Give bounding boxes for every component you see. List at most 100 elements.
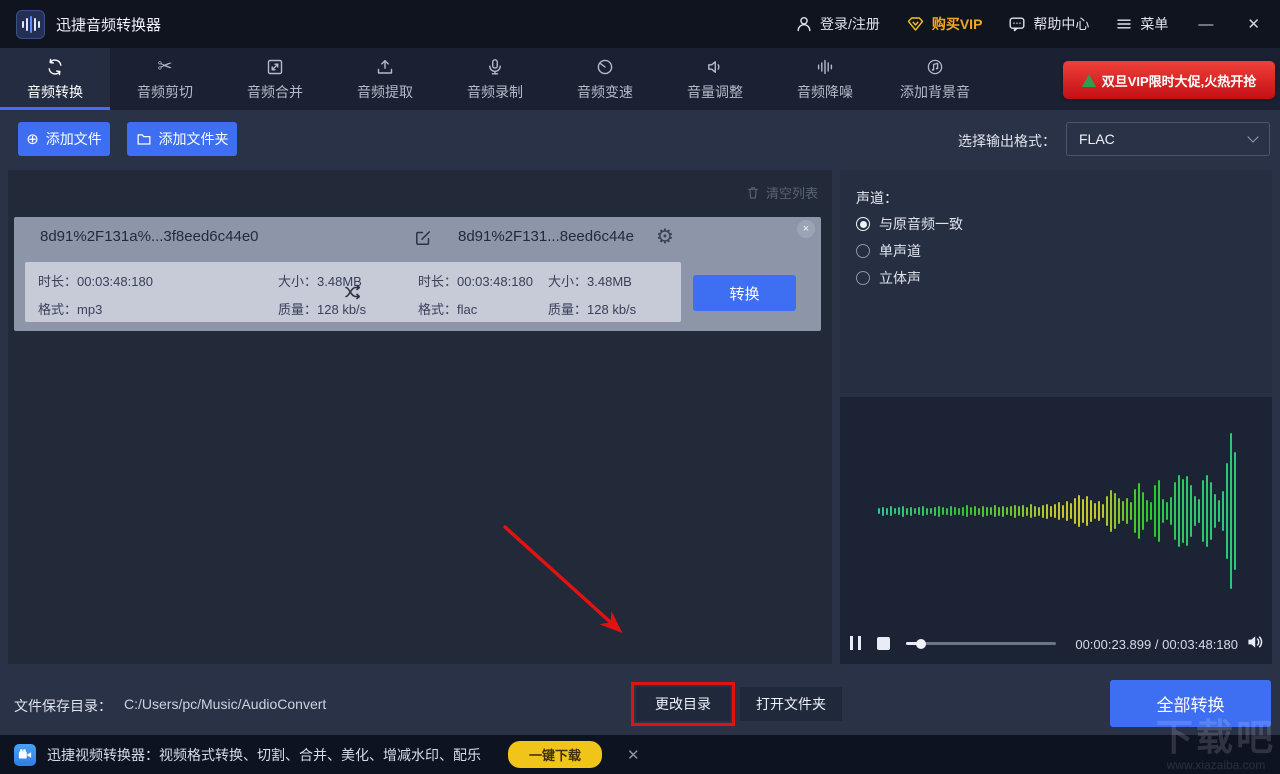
tab-label: 音量调整 xyxy=(687,83,743,100)
tab-audio-denoise[interactable]: 音频降噪 xyxy=(770,48,880,110)
promo-footer-banner: 迅捷视频转换器：视频格式转换、切割、合并、美化、增减水印、配乐 一键下载 ✕ xyxy=(0,735,1280,774)
save-dir-input[interactable] xyxy=(112,686,625,721)
target-format: flac xyxy=(457,302,478,317)
radio-label: 立体声 xyxy=(879,270,921,286)
tab-audio-convert[interactable]: 音频转换 xyxy=(0,48,110,110)
radio-icon xyxy=(856,244,870,258)
scissors-icon: ✂ xyxy=(157,55,173,77)
size-label: 大小： xyxy=(548,274,588,289)
save-dir-label: 文件保存目录： xyxy=(14,698,112,714)
change-dir-button[interactable]: 更改目录 xyxy=(636,687,730,721)
help-center-button[interactable]: 帮助中心 xyxy=(1008,14,1089,34)
convert-button[interactable]: 转换 xyxy=(693,275,796,311)
radio-stereo[interactable]: 立体声 xyxy=(856,268,921,288)
duration-label: 时长： xyxy=(38,274,78,289)
login-button[interactable]: 登录/注册 xyxy=(795,14,880,34)
tab-audio-record[interactable]: 音频录制 xyxy=(440,48,550,110)
tab-volume-adjust[interactable]: 音量调整 xyxy=(660,48,770,110)
radio-selected-icon xyxy=(856,217,870,231)
tab-audio-extract[interactable]: 音频提取 xyxy=(330,48,440,110)
merge-icon xyxy=(267,59,283,74)
output-format-label: 选择输出格式： xyxy=(958,133,1056,149)
seek-thumb[interactable] xyxy=(916,638,926,649)
audio-converter-window: 迅捷音频转换器 登录/注册 购买VIP 帮助中心 菜单 — ✕ 音频转换 ✂ 音… xyxy=(0,0,1280,774)
close-button[interactable]: ✕ xyxy=(1243,15,1264,33)
radio-label: 单声道 xyxy=(879,243,921,259)
folder-icon xyxy=(137,134,150,145)
remove-file-button[interactable]: × xyxy=(797,220,815,238)
tab-label: 添加背景音 xyxy=(900,83,970,100)
christmas-tree-icon xyxy=(1081,73,1096,87)
seek-slider[interactable] xyxy=(906,638,1056,649)
waveform-visualization xyxy=(878,397,1236,625)
app-logo-icon xyxy=(16,9,45,39)
duration-label: 时长： xyxy=(418,274,458,289)
login-label: 登录/注册 xyxy=(819,16,880,32)
convert-all-button[interactable]: 全部转换 xyxy=(1110,680,1271,727)
open-folder-button[interactable]: 打开文件夹 xyxy=(740,687,842,721)
microphone-icon xyxy=(489,58,501,74)
source-duration: 00:03:48:180 xyxy=(77,274,153,289)
volume-speaker-icon[interactable] xyxy=(1246,633,1264,651)
add-file-label: 添加文件 xyxy=(45,131,102,147)
source-quality: 128 kb/s xyxy=(317,302,367,317)
tab-label: 音频降噪 xyxy=(797,83,853,100)
channel-panel: 声道： 与原音频一致 单声道 立体声 xyxy=(840,170,1272,393)
equalizer-bars-icon xyxy=(817,59,833,74)
titlebar: 迅捷音频转换器 登录/注册 购买VIP 帮助中心 菜单 — ✕ xyxy=(0,0,1280,48)
buy-vip-button[interactable]: 购买VIP xyxy=(906,14,983,34)
extract-icon xyxy=(377,59,393,74)
output-format-dropdown[interactable]: FLAC xyxy=(1066,122,1270,156)
promo-label: 双旦VIP限时大促,火热开抢 xyxy=(1101,73,1257,89)
tab-label: 音频剪切 xyxy=(137,83,193,100)
pause-button[interactable] xyxy=(850,636,861,650)
tab-add-background-music[interactable]: 添加背景音 xyxy=(880,48,990,110)
file-card: 8d91%2F131a%...3f8eed6c44e0 8d91%2F131..… xyxy=(14,217,821,331)
file-details: 时长：00:03:48:180 大小：3.48MB 格式：mp3 质量：128 … xyxy=(25,262,681,322)
radio-mono[interactable]: 单声道 xyxy=(856,241,921,261)
menu-label: 菜单 xyxy=(1140,16,1169,32)
target-quality: 128 kb/s xyxy=(587,302,637,317)
target-duration: 00:03:48:180 xyxy=(457,274,533,289)
tab-audio-merge[interactable]: 音频合并 xyxy=(220,48,330,110)
speaker-icon xyxy=(708,60,720,73)
preview-panel: 00:00:23.899 / 00:03:48:180 xyxy=(840,397,1272,664)
clear-list-label: 清空列表 xyxy=(765,186,818,201)
add-file-button[interactable]: ⊕ 添加文件 xyxy=(18,122,110,156)
tab-label: 音频转换 xyxy=(27,83,83,100)
target-filename: 8d91%2F131...8eed6c44e xyxy=(458,228,634,245)
tab-label: 音频提取 xyxy=(357,83,413,100)
music-note-circle-icon xyxy=(927,59,943,74)
banner-close-icon[interactable]: ✕ xyxy=(627,746,640,764)
output-format-value: FLAC xyxy=(1079,131,1115,147)
vip-promo-banner[interactable]: 双旦VIP限时大促,火热开抢 xyxy=(1063,61,1275,99)
convert-arrows-icon xyxy=(48,58,62,75)
chat-bubble-icon xyxy=(1009,17,1025,32)
buy-vip-label: 购买VIP xyxy=(931,16,983,32)
tab-audio-speed[interactable]: 音频变速 xyxy=(550,48,660,110)
tab-audio-cut[interactable]: ✂ 音频剪切 xyxy=(110,48,220,110)
video-converter-icon xyxy=(14,743,36,766)
radio-label: 与原音频一致 xyxy=(879,216,963,232)
radio-same-as-source[interactable]: 与原音频一致 xyxy=(856,214,963,234)
tab-label: 音频变速 xyxy=(577,83,633,100)
tab-label: 音频录制 xyxy=(467,83,523,100)
user-icon xyxy=(797,17,811,32)
clear-list-button[interactable]: 清空列表 xyxy=(746,183,818,202)
rename-edit-icon[interactable] xyxy=(413,228,433,248)
menu-button[interactable]: 菜单 xyxy=(1115,14,1168,34)
stop-button[interactable] xyxy=(877,637,890,650)
chevron-down-icon xyxy=(1247,131,1259,143)
speed-clock-icon xyxy=(597,59,613,74)
plus-circle-icon: ⊕ xyxy=(26,130,39,148)
app-title: 迅捷音频转换器 xyxy=(56,16,162,34)
minimize-button[interactable]: — xyxy=(1194,16,1217,33)
settings-gear-icon[interactable]: ⚙ xyxy=(656,226,674,246)
trash-icon xyxy=(747,187,759,199)
size-label: 大小： xyxy=(278,274,318,289)
one-click-download-button[interactable]: 一键下载 xyxy=(508,741,603,768)
tab-label: 音频合并 xyxy=(247,83,303,100)
hamburger-icon xyxy=(1117,19,1132,29)
add-folder-button[interactable]: 添加文件夹 xyxy=(127,122,237,156)
help-center-label: 帮助中心 xyxy=(1033,16,1090,32)
